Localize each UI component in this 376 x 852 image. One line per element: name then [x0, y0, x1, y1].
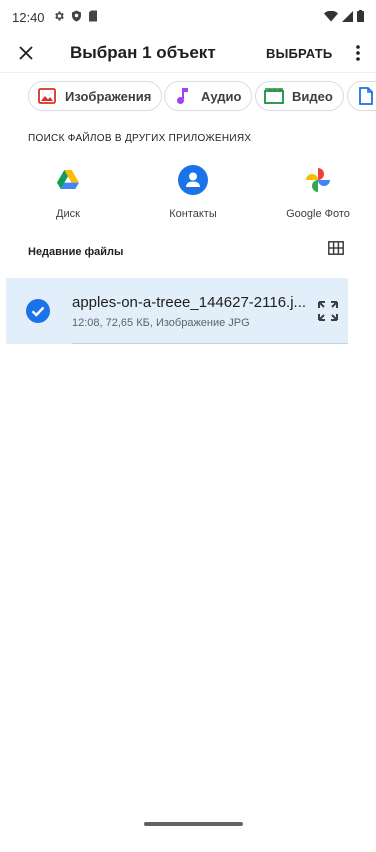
more-options-button[interactable]	[348, 34, 368, 72]
app-google-photos-label: Google Фото	[286, 208, 350, 220]
chip-images-label: Изображения	[65, 88, 152, 104]
google-drive-icon	[52, 164, 84, 196]
chip-images[interactable]: Изображения	[28, 81, 163, 111]
chip-video[interactable]: Видео	[255, 81, 344, 111]
page-title: Выбран 1 объект	[70, 43, 216, 62]
app-contacts-label: Контакты	[169, 208, 217, 220]
file-meta: 12:08, 72,65 КБ, Изображение JPG	[72, 316, 250, 329]
app-drive[interactable]: Диск	[13, 164, 123, 220]
video-icon	[264, 86, 284, 106]
close-icon	[19, 46, 33, 60]
wifi-icon	[324, 10, 338, 25]
image-icon	[37, 86, 57, 106]
contacts-icon	[177, 164, 209, 196]
document-icon	[356, 86, 376, 106]
more-vert-icon	[356, 45, 360, 61]
recent-files-title: Недавние файлы	[28, 246, 124, 258]
chip-documents[interactable]	[347, 81, 376, 111]
home-indicator[interactable]	[144, 822, 243, 826]
status-time: 12:40	[12, 9, 45, 25]
google-photos-icon	[302, 164, 334, 196]
divider	[72, 343, 348, 344]
chip-audio-label: Аудио	[201, 88, 242, 104]
app-google-photos[interactable]: Google Фото	[263, 164, 373, 220]
file-name: apples-on-a-treee_144627-2116.j...	[72, 293, 307, 311]
sd-card-icon	[88, 10, 98, 25]
file-text: apples-on-a-treee_144627-2116.j... 12:08…	[72, 294, 316, 329]
list-item[interactable]: apples-on-a-treee_144627-2116.j... 12:08…	[6, 278, 348, 344]
chip-audio[interactable]: Аудио	[164, 81, 253, 111]
grid-view-icon	[328, 241, 344, 255]
shield-icon	[71, 10, 82, 25]
preview-expand-icon[interactable]	[316, 299, 340, 323]
chip-video-label: Видео	[292, 88, 333, 104]
close-button[interactable]	[0, 34, 52, 72]
settings-gear-icon	[53, 10, 65, 25]
app-drive-label: Диск	[56, 208, 80, 220]
music-note-icon	[173, 86, 193, 106]
app-contacts[interactable]: Контакты	[138, 164, 248, 220]
top-app-bar: Выбран 1 объект ВЫБРАТЬ	[0, 34, 376, 72]
cellular-signal-icon	[342, 10, 353, 25]
other-apps-title: ПОИСК ФАЙЛОВ В ДРУГИХ ПРИЛОЖЕНИЯХ	[28, 133, 252, 144]
select-button[interactable]: ВЫБРАТЬ	[266, 34, 332, 72]
grid-view-button[interactable]	[328, 241, 346, 259]
category-chips: Изображения Аудио Видео	[0, 72, 376, 120]
battery-icon	[357, 9, 364, 25]
status-bar: 12:40	[0, 0, 376, 34]
selected-check-icon[interactable]	[26, 299, 50, 323]
